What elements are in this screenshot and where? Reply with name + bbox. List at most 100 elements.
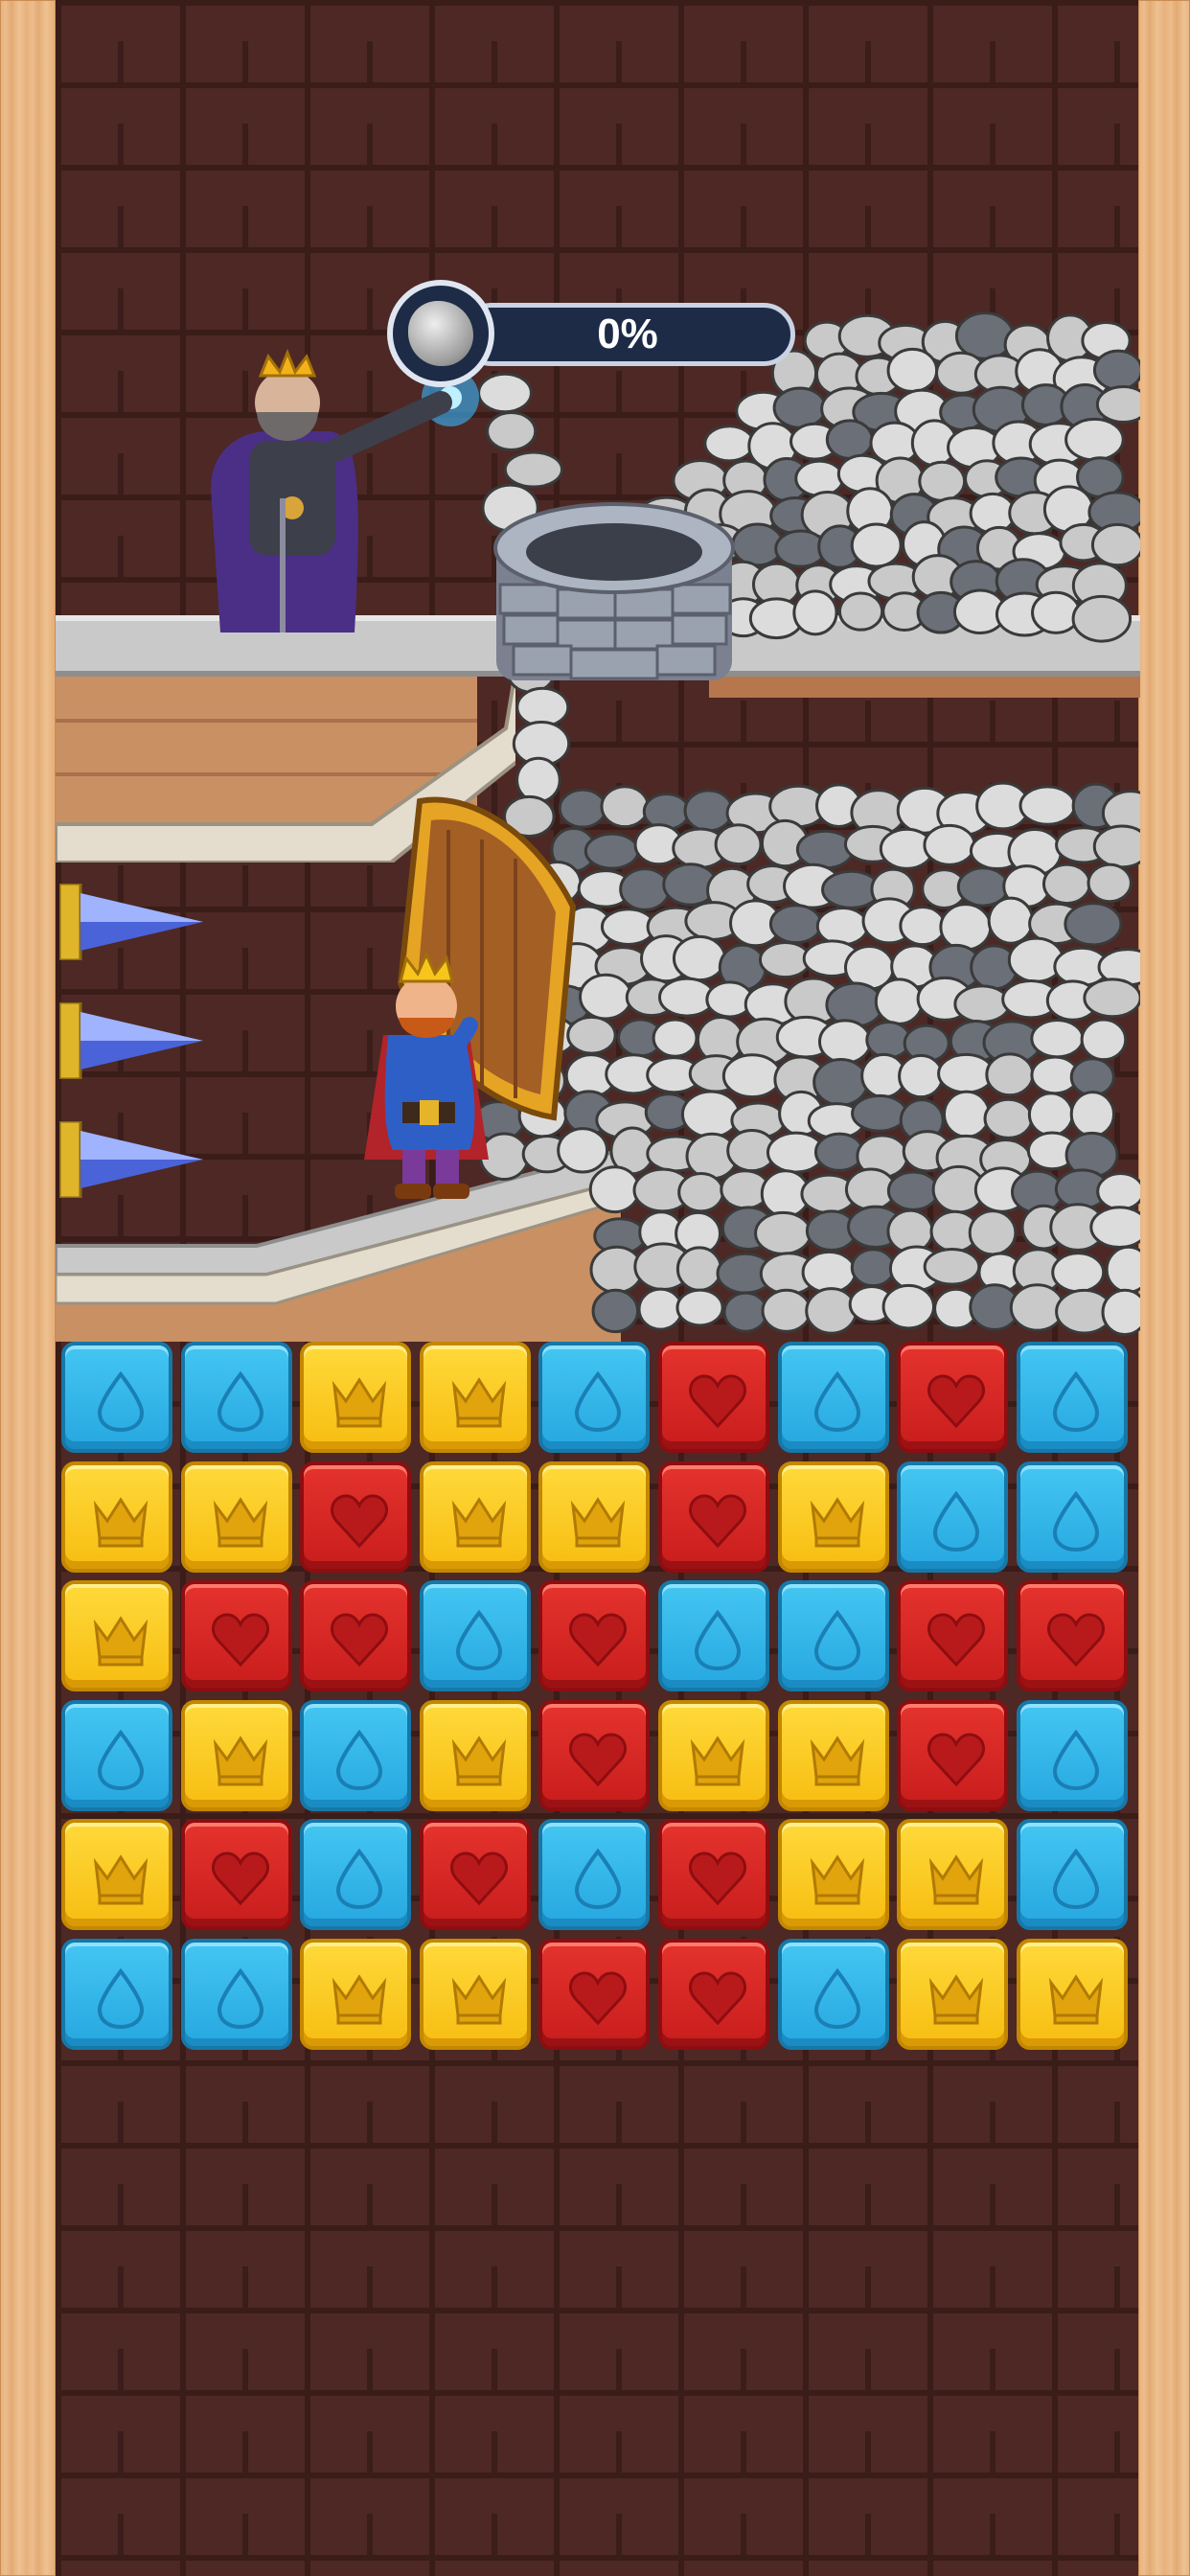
- yellow-gem-tile[interactable]: [897, 1819, 1008, 1930]
- red-gem-tile[interactable]: [658, 1461, 769, 1573]
- rock: [1071, 594, 1133, 643]
- rock: [1096, 1172, 1140, 1211]
- red-gem-tile[interactable]: [300, 1461, 411, 1573]
- crown-icon: [332, 1377, 387, 1428]
- rock: [1064, 902, 1123, 947]
- yellow-gem-tile[interactable]: [61, 1580, 172, 1691]
- blue-gem-tile[interactable]: [420, 1580, 531, 1691]
- rock: [1080, 1018, 1128, 1062]
- crown-icon: [690, 1736, 745, 1786]
- rock: [1064, 417, 1125, 462]
- blue-gem-tile[interactable]: [181, 1939, 292, 2050]
- rock: [754, 1210, 812, 1255]
- rock: [672, 934, 727, 982]
- rock-icon: [387, 280, 494, 387]
- yellow-gem-tile[interactable]: [300, 1939, 411, 2050]
- red-gem-tile[interactable]: [538, 1700, 650, 1811]
- yellow-gem-tile[interactable]: [181, 1461, 292, 1573]
- rock: [918, 460, 967, 502]
- rock: [714, 823, 763, 866]
- red-gem-tile[interactable]: [181, 1580, 292, 1691]
- rock: [721, 1053, 783, 1099]
- crown-icon: [451, 1497, 507, 1548]
- yellow-gem-tile[interactable]: [420, 1939, 531, 2050]
- yellow-gem-tile[interactable]: [1017, 1939, 1128, 2050]
- blue-gem-tile[interactable]: [61, 1700, 172, 1811]
- red-gem-tile[interactable]: [897, 1580, 1008, 1691]
- yellow-gem-tile[interactable]: [300, 1342, 411, 1453]
- yellow-gem-tile[interactable]: [778, 1700, 889, 1811]
- yellow-gem-tile[interactable]: [61, 1461, 172, 1573]
- rock: [503, 450, 564, 489]
- blue-gem-tile[interactable]: [658, 1580, 769, 1691]
- crown-icon: [332, 1974, 387, 2025]
- red-gem-tile[interactable]: [538, 1580, 650, 1691]
- blue-gem-tile[interactable]: [538, 1819, 650, 1930]
- wood-frame-left: [0, 0, 56, 2576]
- blue-gem-tile[interactable]: [61, 1939, 172, 2050]
- blue-gem-tile[interactable]: [1017, 1461, 1128, 1573]
- rock: [579, 973, 633, 1021]
- rock: [1018, 785, 1077, 826]
- red-gem-tile[interactable]: [1017, 1580, 1128, 1691]
- crown-icon: [451, 1736, 507, 1786]
- blue-gem-tile[interactable]: [778, 1580, 889, 1691]
- red-gem-tile[interactable]: [181, 1819, 292, 1930]
- water-drop-icon: [335, 1729, 383, 1791]
- blue-gem-tile[interactable]: [778, 1939, 889, 2050]
- blue-gem-tile[interactable]: [300, 1700, 411, 1811]
- red-gem-tile[interactable]: [897, 1342, 1008, 1453]
- rock: [874, 978, 925, 1025]
- yellow-gem-tile[interactable]: [538, 1461, 650, 1573]
- yellow-gem-tile[interactable]: [778, 1819, 889, 1930]
- rock: [1069, 1091, 1116, 1138]
- water-drop-icon: [217, 1370, 264, 1433]
- water-drop-icon: [1052, 1729, 1100, 1791]
- yellow-gem-tile[interactable]: [658, 1700, 769, 1811]
- water-drop-icon: [574, 1848, 622, 1910]
- rock: [1089, 1206, 1140, 1250]
- drill-spike-icon: [59, 1121, 203, 1198]
- red-gem-tile[interactable]: [300, 1580, 411, 1691]
- red-gem-tile[interactable]: [538, 1939, 650, 2050]
- rock: [1030, 1019, 1085, 1059]
- yellow-gem-tile[interactable]: [420, 1700, 531, 1811]
- red-gem-tile[interactable]: [658, 1939, 769, 2050]
- rock: [851, 1093, 908, 1133]
- blue-gem-tile[interactable]: [778, 1342, 889, 1453]
- heart-icon: [569, 1971, 627, 2026]
- rock: [1101, 1288, 1140, 1337]
- rock: [1105, 1245, 1140, 1294]
- yellow-gem-tile[interactable]: [61, 1819, 172, 1930]
- blue-gem-tile[interactable]: [538, 1342, 650, 1453]
- rock: [923, 823, 976, 866]
- progress-percent: 0%: [597, 310, 658, 357]
- rock: [983, 1097, 1034, 1139]
- rock: [1095, 384, 1140, 425]
- water-drop-icon: [1052, 1370, 1100, 1433]
- blue-gem-tile[interactable]: [300, 1819, 411, 1930]
- blue-gem-tile[interactable]: [897, 1461, 1008, 1573]
- crown-icon: [213, 1497, 268, 1548]
- blue-gem-tile[interactable]: [1017, 1700, 1128, 1811]
- rock: [1031, 590, 1082, 634]
- blue-gem-tile[interactable]: [1017, 1819, 1128, 1930]
- red-gem-tile[interactable]: [420, 1819, 531, 1930]
- water-drop-icon: [455, 1609, 503, 1671]
- yellow-gem-tile[interactable]: [181, 1700, 292, 1811]
- blue-gem-tile[interactable]: [61, 1342, 172, 1453]
- rock: [923, 1248, 981, 1286]
- rock: [772, 386, 827, 429]
- heart-icon: [689, 1852, 746, 1906]
- yellow-gem-tile[interactable]: [897, 1939, 1008, 2050]
- blue-gem-tile[interactable]: [181, 1342, 292, 1453]
- heart-icon: [689, 1494, 746, 1549]
- water-drop-icon: [694, 1609, 742, 1671]
- red-gem-tile[interactable]: [658, 1342, 769, 1453]
- yellow-gem-tile[interactable]: [420, 1342, 531, 1453]
- red-gem-tile[interactable]: [658, 1819, 769, 1930]
- yellow-gem-tile[interactable]: [778, 1461, 889, 1573]
- blue-gem-tile[interactable]: [1017, 1342, 1128, 1453]
- yellow-gem-tile[interactable]: [420, 1461, 531, 1573]
- red-gem-tile[interactable]: [897, 1700, 1008, 1811]
